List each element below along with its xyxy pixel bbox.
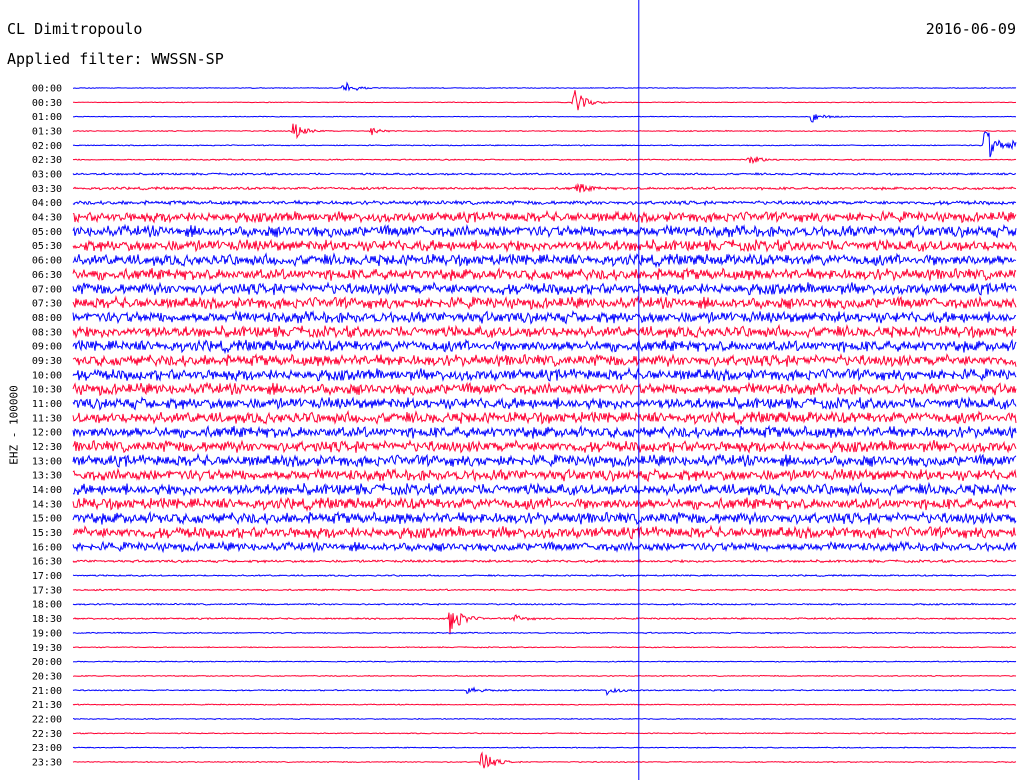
trace-waveform <box>72 646 1017 649</box>
trace-label: 10:30 <box>32 385 62 396</box>
trace-waveform <box>72 338 1017 355</box>
trace-waveform <box>72 588 1017 592</box>
trace-label: 09:30 <box>32 356 62 367</box>
trace-waveform <box>72 353 1017 368</box>
trace-waveform <box>72 156 1017 165</box>
trace-label: 15:30 <box>32 528 62 539</box>
trace-label: 22:30 <box>32 729 62 740</box>
trace-label: 07:00 <box>32 284 62 295</box>
trace-label: 05:30 <box>32 241 62 252</box>
trace-waveform <box>72 674 1017 678</box>
trace-waveform <box>72 751 1017 769</box>
trace-waveform <box>72 612 1017 635</box>
trace-waveform <box>72 602 1017 606</box>
trace-waveform <box>72 424 1017 440</box>
trace-waveform <box>73 90 1017 111</box>
trace-label: 17:30 <box>32 585 62 596</box>
trace-label: 21:30 <box>32 700 62 711</box>
trace-label: 11:00 <box>32 399 62 410</box>
trace-waveform <box>72 439 1017 454</box>
trace-label: 21:00 <box>32 686 62 697</box>
trace-waveform <box>72 381 1017 397</box>
trace-waveform <box>72 524 1017 540</box>
trace-label: 06:00 <box>32 256 62 267</box>
trace-waveform <box>72 131 1017 158</box>
trace-waveform <box>72 323 1017 339</box>
trace-label: 09:00 <box>32 342 62 353</box>
trace-waveform <box>72 252 1017 269</box>
trace-label: 10:00 <box>32 370 62 381</box>
trace-waveform <box>72 558 1017 564</box>
trace-label: 12:00 <box>32 428 62 439</box>
trace-waveform <box>72 123 1017 140</box>
trace-waveform <box>72 481 1016 497</box>
trace-waveform <box>72 295 1017 311</box>
trace-waveform <box>72 496 1017 513</box>
trace-waveform <box>72 540 1017 554</box>
trace-waveform <box>72 182 1017 193</box>
trace-label: 14:00 <box>32 485 62 496</box>
trace-label: 03:30 <box>32 184 62 195</box>
seismogram-plot: 00:00 00:30 01:00 01:30 02:00 02:30 03:00 03:30… <box>32 0 1017 780</box>
trace-label: 12:30 <box>32 442 62 453</box>
trace-waveform <box>72 732 1017 735</box>
trace-waveform <box>72 574 1017 578</box>
trace-label: 08:30 <box>32 327 62 338</box>
trace-label: 22:00 <box>32 714 62 725</box>
trace-label: 02:00 <box>32 141 62 152</box>
trace-label: 20:30 <box>32 671 62 682</box>
trace-waveform <box>72 238 1017 253</box>
trace-waveform <box>72 686 1017 697</box>
trace-label: 19:30 <box>32 643 62 654</box>
trace-group <box>72 81 1017 769</box>
trace-label: 16:30 <box>32 557 62 568</box>
trace-waveform <box>72 81 1017 92</box>
trace-waveform <box>72 267 1017 282</box>
trace-label: 20:00 <box>32 657 62 668</box>
trace-waveform <box>72 452 1017 468</box>
trace-waveform <box>72 223 1017 239</box>
trace-label: 13:30 <box>32 471 62 482</box>
trace-waveform <box>72 631 1016 635</box>
trace-label: 07:30 <box>32 299 62 310</box>
trace-label: 11:30 <box>32 413 62 424</box>
trace-waveform <box>72 409 1017 426</box>
trace-waveform <box>73 717 1017 721</box>
trace-label: 16:00 <box>32 542 62 553</box>
trace-label: 02:30 <box>32 155 62 166</box>
trace-label: 03:00 <box>32 170 62 181</box>
trace-waveform <box>72 660 1017 663</box>
trace-waveform <box>72 199 1017 207</box>
trace-label: 01:30 <box>32 127 62 138</box>
trace-label: 15:00 <box>32 514 62 525</box>
trace-waveform <box>72 396 1017 411</box>
trace-label: 13:00 <box>32 456 62 467</box>
trace-waveform <box>72 510 1017 526</box>
trace-waveform <box>72 467 1017 483</box>
trace-waveform <box>72 209 1017 224</box>
trace-waveform <box>72 366 1017 382</box>
trace-waveform <box>72 172 1016 176</box>
trace-label: 19:00 <box>32 628 62 639</box>
trace-label-group: 00:00 00:30 01:00 01:30 02:00 02:30 03:00 03:30… <box>32 84 62 769</box>
trace-label: 23:30 <box>32 757 62 768</box>
trace-waveform <box>72 309 1017 325</box>
trace-label: 00:00 <box>32 84 62 95</box>
trace-label: 04:30 <box>32 213 62 224</box>
trace-label: 17:00 <box>32 571 62 582</box>
trace-label: 18:00 <box>32 600 62 611</box>
trace-label: 14:30 <box>32 499 62 510</box>
trace-waveform <box>72 114 1016 123</box>
trace-waveform <box>72 281 1017 297</box>
trace-waveform <box>72 703 1016 706</box>
trace-label: 00:30 <box>32 98 62 109</box>
trace-waveform <box>72 746 1017 749</box>
trace-label: 05:00 <box>32 227 62 238</box>
trace-label: 06:30 <box>32 270 62 281</box>
trace-label: 18:30 <box>32 614 62 625</box>
trace-label: 04:00 <box>32 198 62 209</box>
trace-label: 01:00 <box>32 112 62 123</box>
trace-label: 23:00 <box>32 743 62 754</box>
trace-label: 08:00 <box>32 313 62 324</box>
